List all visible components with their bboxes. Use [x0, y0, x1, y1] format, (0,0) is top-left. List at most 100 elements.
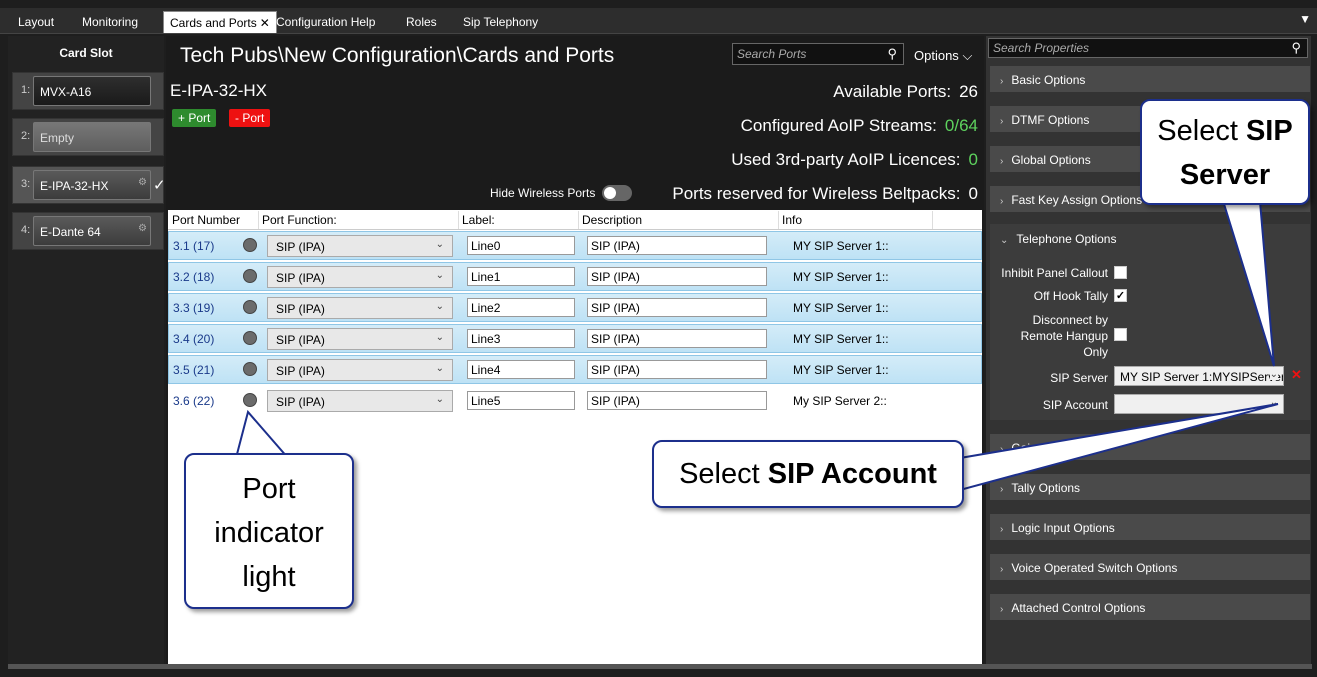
port-number: 3.6 (22) [173, 394, 215, 408]
port-indicator-light [243, 393, 257, 407]
chevron-down-icon: ⌄ [1269, 369, 1278, 380]
off-hook-tally-checkbox[interactable]: ✓ [1114, 289, 1127, 302]
card-button[interactable]: E-Dante 64 ⚙ [33, 216, 151, 246]
hide-wireless-toggle[interactable] [602, 185, 632, 201]
label-input[interactable]: Line1 [467, 267, 575, 286]
search-icon[interactable]: ⚲ [1291, 40, 1301, 56]
table-row[interactable]: 3.4 (20) SIP (IPA) ⌄ Line3 SIP (IPA) MY SIP S… [168, 324, 982, 353]
gear-icon[interactable]: ⚙ [138, 214, 147, 244]
stat-label: Available Ports: [833, 82, 952, 101]
description-input[interactable]: SIP (IPA) [587, 329, 767, 348]
tab-layout[interactable]: Layout [12, 11, 60, 33]
card-slot-3[interactable]: 3: E-IPA-32-HX ⚙ ✓ [12, 166, 166, 204]
column-header[interactable]: Port Function: [262, 213, 337, 227]
breadcrumb: Tech Pubs\New Configuration\Cards and Po… [180, 44, 615, 67]
port-function-select[interactable]: SIP (IPA) ⌄ [267, 297, 453, 319]
card-button[interactable]: Empty [33, 122, 151, 152]
close-icon[interactable]: ✕ [260, 16, 270, 30]
section-tally-options[interactable]: › Tally Options [990, 474, 1310, 500]
port-function-select[interactable]: SIP (IPA) ⌄ [267, 235, 453, 257]
menu-dropdown-icon[interactable]: ▼ [1299, 12, 1311, 26]
table-row[interactable]: 3.6 (22) SIP (IPA) ⌄ Line5 SIP (IPA) My SIP S… [168, 386, 982, 415]
column-divider [932, 211, 933, 229]
section-label: Basic Options [1011, 73, 1086, 87]
table-row[interactable]: 3.1 (17) SIP (IPA) ⌄ Line0 SIP (IPA) MY SIP S… [168, 231, 982, 260]
tab-bar: Layout Monitoring Cards and Ports ✕ Confi… [0, 8, 1317, 34]
clear-icon[interactable]: ✕ [1291, 367, 1302, 383]
tab-configuration-help[interactable]: Configuration Help [270, 11, 381, 33]
column-divider [458, 211, 459, 229]
stat-label: Ports reserved for Wireless Beltpacks: [672, 184, 961, 203]
search-properties-input[interactable]: Search Properties ⚲ [988, 38, 1308, 58]
wireless-reserved-stat: Ports reserved for Wireless Beltpacks: 0 [672, 184, 978, 204]
port-function-select[interactable]: SIP (IPA) ⌄ [267, 266, 453, 288]
section-gain-options[interactable]: › Gain Options [990, 434, 1310, 460]
table-row[interactable]: 3.2 (18) SIP (IPA) ⌄ Line1 SIP (IPA) MY SIP S… [168, 262, 982, 291]
port-number: 3.4 (20) [173, 332, 215, 346]
card-button[interactable]: MVX-A16 [33, 76, 151, 106]
port-indicator-light [243, 300, 257, 314]
column-header[interactable]: Label: [462, 213, 495, 227]
sip-server-value: MY SIP Server 1:MYSIPServer [1120, 370, 1284, 384]
label-input[interactable]: Line3 [467, 329, 575, 348]
port-function-select[interactable]: SIP (IPA) ⌄ [267, 390, 453, 412]
section-header[interactable]: ⌄ Telephone Options [1000, 232, 1116, 246]
callout-bold-text: SIP Account [767, 458, 937, 490]
label-input[interactable]: Line0 [467, 236, 575, 255]
card-slot-4[interactable]: 4: E-Dante 64 ⚙ [12, 212, 164, 250]
chevron-down-icon: ⌄ [435, 363, 444, 374]
sip-server-dropdown[interactable]: MY SIP Server 1:MYSIPServer ⌄ [1114, 366, 1284, 386]
info-text: MY SIP Server 1:: [793, 239, 889, 253]
port-function-select[interactable]: SIP (IPA) ⌄ [267, 328, 453, 350]
table-row[interactable]: 3.5 (21) SIP (IPA) ⌄ Line4 SIP (IPA) MY SIP S… [168, 355, 982, 384]
card-slot-1[interactable]: 1: MVX-A16 [12, 72, 164, 110]
off-hook-tally-label: Off Hook Tally [1033, 289, 1108, 303]
disconnect-checkbox[interactable] [1114, 328, 1127, 341]
column-header[interactable]: Description [582, 213, 642, 227]
tab-sip-telephony[interactable]: Sip Telephony [457, 11, 544, 33]
description-input[interactable]: SIP (IPA) [587, 267, 767, 286]
description-input[interactable]: SIP (IPA) [587, 298, 767, 317]
description-input[interactable]: SIP (IPA) [587, 236, 767, 255]
column-header[interactable]: Info [782, 213, 802, 227]
section-label: Logic Input Options [1011, 521, 1115, 535]
card-label: E-Dante 64 [40, 225, 101, 239]
description-input[interactable]: SIP (IPA) [587, 391, 767, 410]
port-function-value: SIP (IPA) [276, 333, 325, 347]
chevron-down-icon: ⌄ [435, 332, 444, 343]
bottom-scrollbar[interactable] [8, 664, 1312, 669]
tab-cards-and-ports[interactable]: Cards and Ports ✕ [163, 11, 277, 33]
search-ports-input[interactable]: Search Ports ⚲ [732, 43, 904, 65]
remove-port-button[interactable]: - Port [229, 109, 271, 127]
sip-account-dropdown[interactable]: ⌄ [1114, 394, 1284, 414]
table-row[interactable]: 3.3 (19) SIP (IPA) ⌄ Line2 SIP (IPA) MY SIP S… [168, 293, 982, 322]
callout-sip-server: Select SIP Server [1140, 99, 1310, 205]
tab-roles[interactable]: Roles [400, 11, 443, 33]
card-slot-sidebar: Card Slot 1: MVX-A16 2: Empty 3: E-IPA-3… [8, 36, 166, 666]
section-voice-operated-switch-options[interactable]: › Voice Operated Switch Options [990, 554, 1310, 580]
gear-icon[interactable]: ⚙ [138, 168, 147, 198]
add-port-button[interactable]: + Port [172, 109, 217, 127]
inhibit-callout-checkbox[interactable] [1114, 266, 1127, 279]
section-logic-input-options[interactable]: › Logic Input Options [990, 514, 1310, 540]
slot-number: 4: [21, 224, 31, 236]
description-input[interactable]: SIP (IPA) [587, 360, 767, 379]
card-slot-2[interactable]: 2: Empty [12, 118, 164, 156]
label-input[interactable]: Line4 [467, 360, 575, 379]
column-header[interactable]: Port Number [172, 213, 240, 227]
label-input[interactable]: Line2 [467, 298, 575, 317]
section-basic-options[interactable]: › Basic Options [990, 66, 1310, 92]
section-attached-control-options[interactable]: › Attached Control Options [990, 594, 1310, 620]
port-function-select[interactable]: SIP (IPA) ⌄ [267, 359, 453, 381]
section-label: Gain Options [1011, 441, 1082, 455]
label-input[interactable]: Line5 [467, 391, 575, 410]
tab-monitoring[interactable]: Monitoring [76, 11, 144, 33]
chevron-down-icon: ⌄ [435, 301, 444, 312]
section-telephone-options: ⌄ Telephone Options Inhibit Panel Callout… [990, 224, 1310, 420]
section-label: Tally Options [1011, 481, 1081, 495]
search-placeholder: Search Ports [737, 47, 807, 61]
options-menu[interactable]: Options ⌵ [914, 48, 972, 64]
chevron-down-icon: ⌄ [1000, 235, 1009, 246]
card-button[interactable]: E-IPA-32-HX ⚙ [33, 170, 151, 200]
search-icon[interactable]: ⚲ [887, 46, 897, 62]
